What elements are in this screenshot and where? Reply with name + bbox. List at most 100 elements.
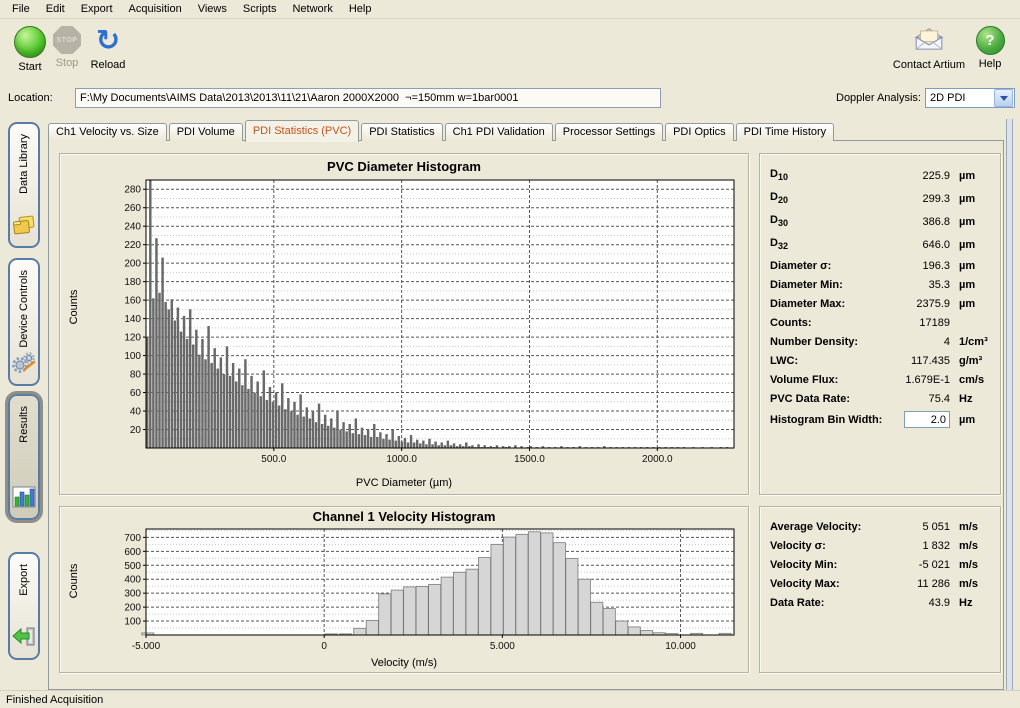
svg-text:-5.000: -5.000 (132, 641, 161, 652)
svg-text:1500.0: 1500.0 (514, 454, 545, 465)
status-bar: Finished Acquisition (0, 690, 1020, 708)
velocity-histogram-plot: 100200300400500600700-5.00005.00010.000 (60, 507, 748, 674)
svg-text:2000.0: 2000.0 (642, 454, 673, 465)
stat-row-d20: D20 299.3 µm (770, 187, 992, 210)
pvc-chart-ylabel: Counts (68, 290, 80, 325)
menu-help[interactable]: Help (341, 1, 380, 17)
export-arrow-icon (11, 625, 37, 652)
gears-icon (11, 349, 37, 378)
svg-text:160: 160 (124, 296, 141, 307)
doppler-analysis-value: 2D PDI (926, 92, 994, 104)
stat-row-data-rate: Data Rate: 43.9 Hz (770, 593, 992, 612)
bar-chart-icon (11, 485, 37, 512)
location-input[interactable] (75, 88, 661, 108)
svg-text:300: 300 (124, 589, 141, 600)
reload-icon: ↻ (96, 26, 120, 56)
status-text: Finished Acquisition (6, 694, 103, 706)
stop-icon: STOP (53, 26, 81, 54)
svg-text:260: 260 (124, 203, 141, 214)
stat-row-volume-flux: Volume Flux: 1.679E-1 cm/s (770, 370, 992, 389)
svg-text:500: 500 (124, 561, 141, 572)
menu-file[interactable]: File (4, 1, 38, 17)
tab-ch1-pdi-validation[interactable]: Ch1 PDI Validation (445, 123, 553, 141)
sidebar-label-data-library: Data Library (18, 134, 30, 194)
menu-edit[interactable]: Edit (38, 1, 73, 17)
stat-row-counts: Counts: 17189 (770, 313, 992, 332)
svg-text:280: 280 (124, 185, 141, 196)
tab-processor-settings[interactable]: Processor Settings (555, 123, 663, 141)
dropdown-button[interactable] (994, 89, 1013, 107)
help-label: Help (979, 58, 1002, 70)
svg-text:500.0: 500.0 (261, 454, 286, 465)
sidebar-item-data-library[interactable]: Data Library (8, 122, 40, 248)
menu-acquisition[interactable]: Acquisition (121, 1, 190, 17)
velocity-stats-panel: Average Velocity: 5 051 m/s Velocity σ: … (759, 506, 1001, 673)
menu-export[interactable]: Export (73, 1, 121, 17)
sidebar-item-device-controls[interactable]: Device Controls (8, 258, 40, 386)
menu-scripts[interactable]: Scripts (235, 1, 285, 17)
tab-pdi-time-history[interactable]: PDI Time History (736, 123, 835, 141)
tab-pdi-statistics[interactable]: PDI Statistics (361, 123, 442, 141)
svg-text:40: 40 (130, 407, 142, 418)
svg-text:200: 200 (124, 259, 141, 270)
location-label: Location: (8, 92, 53, 104)
start-button[interactable]: Start (8, 26, 52, 73)
velocity-histogram-panel: Channel 1 Velocity Histogram Counts 1002… (59, 506, 749, 673)
doppler-analysis-select[interactable]: 2D PDI (925, 88, 1015, 108)
svg-text:200: 200 (124, 603, 141, 614)
pvc-histogram-plot: 2040608010012014016018020022024026028050… (60, 154, 748, 497)
svg-text:10.000: 10.000 (665, 641, 696, 652)
start-label: Start (18, 61, 41, 73)
start-icon (14, 26, 46, 58)
stat-row-number-density: Number Density: 4 1/cm³ (770, 332, 992, 351)
svg-text:400: 400 (124, 575, 141, 586)
panel-splitter[interactable] (1006, 119, 1013, 690)
sidebar-label-export: Export (18, 564, 30, 596)
sidebar-label-results: Results (18, 406, 30, 443)
envelope-icon (913, 26, 945, 56)
stat-row-velocity-max: Velocity Max: 11 286 m/s (770, 574, 992, 593)
stat-row-histogram-bin-width: Histogram Bin Width: µm (770, 408, 992, 431)
svg-text:240: 240 (124, 222, 141, 233)
stat-row-velocity-min: Velocity Min: -5 021 m/s (770, 555, 992, 574)
stat-row-diameter-min: Diameter Min: 35.3 µm (770, 275, 992, 294)
stat-row-lwc: LWC: 117.435 g/m³ (770, 351, 992, 370)
stop-label: Stop (56, 57, 79, 69)
pvc-chart-xlabel: PVC Diameter (µm) (60, 477, 748, 489)
pvc-chart-title: PVC Diameter Histogram (60, 159, 748, 174)
menu-views[interactable]: Views (190, 1, 235, 17)
svg-text:100: 100 (124, 351, 141, 362)
velocity-chart-title: Channel 1 Velocity Histogram (60, 509, 748, 524)
velocity-chart-xlabel: Velocity (m/s) (60, 657, 748, 669)
svg-text:600: 600 (124, 547, 141, 558)
reload-label: Reload (91, 59, 126, 71)
tab-pdi-volume[interactable]: PDI Volume (169, 123, 243, 141)
stop-button[interactable]: STOP Stop (49, 26, 85, 69)
tab-pdi-optics[interactable]: PDI Optics (665, 123, 734, 141)
tab-ch1-velocity-vs-size[interactable]: Ch1 Velocity vs. Size (48, 123, 167, 141)
velocity-chart-ylabel: Counts (68, 564, 80, 599)
folders-icon (11, 213, 37, 240)
svg-text:140: 140 (124, 314, 141, 325)
svg-text:60: 60 (130, 388, 142, 399)
doppler-analysis-label: Doppler Analysis: (836, 92, 921, 104)
menu-network[interactable]: Network (284, 1, 340, 17)
svg-text:80: 80 (130, 370, 142, 381)
histogram-bin-width-input[interactable] (904, 411, 950, 428)
pvc-stats-panel: D10 225.9 µm D20 299.3 µm D30 386.8 µm D… (759, 153, 1001, 495)
stat-row-average-velocity: Average Velocity: 5 051 m/s (770, 517, 992, 536)
pvc-diameter-histogram-panel: PVC Diameter Histogram Counts 2040608010… (59, 153, 749, 495)
stat-row-d10: D10 225.9 µm (770, 164, 992, 187)
tab-bar: Ch1 Velocity vs. Size PDI Volume PDI Sta… (48, 119, 836, 141)
svg-text:220: 220 (124, 240, 141, 251)
contact-artium-button[interactable]: Contact Artium (886, 26, 972, 71)
svg-text:180: 180 (124, 277, 141, 288)
reload-button[interactable]: ↻ Reload (84, 26, 132, 71)
svg-text:1000.0: 1000.0 (386, 454, 417, 465)
chevron-down-icon (1000, 96, 1008, 101)
sidebar-item-export[interactable]: Export (8, 552, 40, 660)
sidebar-item-results[interactable]: Results (8, 394, 40, 520)
tab-content-panel: PVC Diameter Histogram Counts 2040608010… (48, 140, 1004, 690)
tab-pdi-statistics-pvc[interactable]: PDI Statistics (PVC) (245, 120, 359, 142)
help-button[interactable]: ? Help (972, 26, 1008, 70)
